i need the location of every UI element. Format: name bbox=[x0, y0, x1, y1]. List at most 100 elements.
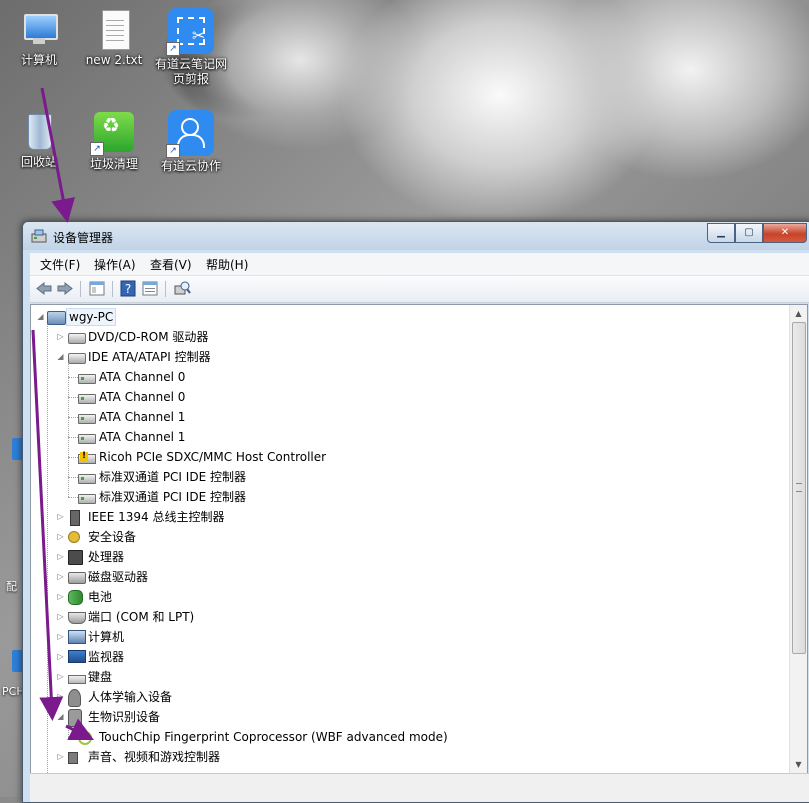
expand-arrow-icon[interactable]: ▷ bbox=[56, 667, 65, 687]
expand-arrow-icon[interactable]: ▷ bbox=[56, 747, 65, 767]
tree-node-label: IDE ATA/ATAPI 控制器 bbox=[88, 350, 211, 364]
ata-channel-icon bbox=[78, 474, 96, 484]
desktop-icon-label: 垃圾清理 bbox=[89, 157, 138, 171]
desktop-icon-label: new 2.txt bbox=[85, 53, 143, 67]
scroll-grip-icon bbox=[796, 483, 802, 492]
ata-channel-icon bbox=[78, 394, 96, 404]
tree-node-label: ATA Channel 0 bbox=[99, 370, 186, 384]
tree-node-label: 生物识别设备 bbox=[88, 710, 161, 724]
tree-connector bbox=[47, 317, 48, 773]
scroll-down-button[interactable]: ▼ bbox=[790, 756, 807, 773]
show-hide-tree-icon[interactable] bbox=[88, 280, 106, 297]
collapse-arrow-icon[interactable]: ◢ bbox=[36, 307, 45, 327]
window-title: 设备管理器 bbox=[53, 231, 114, 245]
tree-node-label: 计算机 bbox=[88, 630, 125, 644]
keyboard-icon bbox=[68, 675, 86, 684]
computer-icon bbox=[68, 630, 86, 644]
toolbar-separator bbox=[165, 281, 166, 297]
forward-icon[interactable] bbox=[56, 280, 74, 297]
vertical-scrollbar[interactable]: ▲ ▼ bbox=[789, 305, 807, 773]
shortcut-arrow-icon: ↗ bbox=[166, 42, 180, 56]
tree-node-label: wgy-PC bbox=[66, 308, 117, 326]
expand-arrow-icon[interactable]: ▷ bbox=[56, 587, 65, 607]
expand-arrow-icon[interactable]: ▷ bbox=[56, 527, 65, 547]
title-bar[interactable]: 设备管理器 ▁ ▢ ✕ bbox=[23, 222, 809, 250]
computer-icon bbox=[47, 311, 66, 325]
text-file-icon bbox=[94, 10, 134, 50]
expand-arrow-icon[interactable]: ▷ bbox=[56, 547, 65, 567]
close-button[interactable]: ✕ bbox=[763, 223, 807, 243]
expand-arrow-icon[interactable]: ▷ bbox=[56, 647, 65, 667]
menu-action[interactable]: 操作(A) bbox=[94, 256, 136, 273]
desktop-icon-cleanup[interactable]: ♻ ↗ 垃圾清理 bbox=[77, 110, 151, 172]
scan-hardware-icon[interactable] bbox=[173, 280, 191, 297]
tree-node-label: TouchChip Fingerprint Coprocessor (WBF a… bbox=[99, 730, 448, 744]
properties-icon[interactable] bbox=[141, 280, 159, 297]
ata-channel-icon bbox=[78, 414, 96, 424]
toolbar-separator bbox=[80, 281, 81, 297]
menu-file[interactable]: 文件(F) bbox=[40, 256, 80, 273]
scroll-up-button[interactable]: ▲ bbox=[790, 305, 807, 322]
youdao-collab-icon: ↗ bbox=[166, 110, 214, 158]
tree-node-label: ATA Channel 1 bbox=[99, 430, 186, 444]
svg-text:?: ? bbox=[125, 282, 131, 296]
tree-node-label: 人体学输入设备 bbox=[88, 690, 173, 704]
tree-node-label: IEEE 1394 总线主控制器 bbox=[88, 510, 225, 524]
desktop-icon-youdao-collab[interactable]: ↗ 有道云协作 bbox=[153, 110, 229, 174]
scroll-thumb[interactable] bbox=[792, 322, 806, 654]
desktop-icon-recycle-bin[interactable]: 回收站 bbox=[2, 112, 76, 170]
ata-channel-icon bbox=[78, 374, 96, 384]
youdao-clipper-icon: ✂ ↗ bbox=[166, 8, 214, 56]
expand-arrow-icon[interactable]: ▷ bbox=[56, 567, 65, 587]
device-tree-panel: ◢ wgy-PC ▷ DVD/CD-ROM 驱动器 ◢ IDE ATA/ATAPI 控制器… bbox=[30, 304, 808, 774]
tree-node-label: 键盘 bbox=[88, 670, 113, 684]
expand-arrow-icon[interactable]: ▷ bbox=[56, 327, 65, 347]
device-manager-window: 设备管理器 ▁ ▢ ✕ 文件(F) 操作(A) 查看(V) 帮助(H) ? ◢ w… bbox=[22, 221, 809, 803]
port-icon bbox=[68, 612, 86, 624]
back-icon[interactable] bbox=[35, 280, 53, 297]
desktop-icon-label: 有道云笔记网页剪报 bbox=[154, 57, 227, 86]
battery-icon bbox=[68, 590, 83, 605]
desktop-icon-label: 回收站 bbox=[20, 155, 57, 169]
tree-node-label: 监视器 bbox=[88, 650, 125, 664]
tree-node-label: Ricoh PCIe SDXC/MMC Host Controller bbox=[99, 450, 327, 464]
expand-arrow-icon[interactable]: ▷ bbox=[56, 607, 65, 627]
partial-desktop-label: 配 bbox=[6, 580, 17, 593]
toolbar-separator bbox=[112, 281, 113, 297]
tree-node-label: ATA Channel 1 bbox=[99, 410, 186, 424]
desktop-icon-new-txt[interactable]: new 2.txt bbox=[77, 10, 151, 68]
ieee1394-icon bbox=[70, 510, 80, 526]
minimize-button[interactable]: ▁ bbox=[707, 223, 735, 243]
tree-node-label: 标准双通道 PCI IDE 控制器 bbox=[99, 470, 246, 484]
fingerprint-icon bbox=[78, 731, 92, 745]
desktop-icon-youdao-clipper[interactable]: ✂ ↗ 有道云笔记网页剪报 bbox=[153, 8, 229, 87]
tree-node-label: 处理器 bbox=[88, 550, 125, 564]
desktop-icon-label: 计算机 bbox=[20, 53, 57, 67]
cleanup-icon: ♻ ↗ bbox=[90, 110, 136, 156]
tree-node-label: ATA Channel 0 bbox=[99, 390, 186, 404]
tree-node-label: DVD/CD-ROM 驱动器 bbox=[88, 330, 209, 344]
menu-help[interactable]: 帮助(H) bbox=[206, 256, 248, 273]
desktop-icon-computer[interactable]: 计算机 bbox=[2, 10, 76, 68]
tree-node-label: 标准双通道 PCI IDE 控制器 bbox=[99, 490, 246, 504]
tree-node-label: 电池 bbox=[88, 590, 113, 604]
collapse-arrow-icon[interactable]: ◢ bbox=[56, 707, 65, 727]
tree-node-label: 安全设备 bbox=[88, 530, 137, 544]
ata-channel-icon bbox=[78, 434, 96, 444]
help-icon[interactable]: ? bbox=[119, 280, 137, 297]
expand-arrow-icon[interactable]: ▷ bbox=[56, 627, 65, 647]
ide-controller-icon bbox=[68, 353, 86, 364]
device-manager-icon bbox=[31, 229, 47, 243]
maximize-button[interactable]: ▢ bbox=[735, 223, 763, 243]
tree-connector bbox=[68, 357, 69, 497]
menu-view[interactable]: 查看(V) bbox=[150, 256, 192, 273]
biometric-icon bbox=[68, 709, 82, 727]
expand-arrow-icon[interactable]: ▷ bbox=[56, 687, 65, 707]
window-controls: ▁ ▢ ✕ bbox=[707, 223, 807, 243]
collapse-arrow-icon[interactable]: ◢ bbox=[56, 347, 65, 367]
warning-device-icon bbox=[78, 452, 96, 464]
hid-icon bbox=[68, 689, 81, 707]
menu-bar: 文件(F) 操作(A) 查看(V) 帮助(H) bbox=[30, 253, 809, 276]
status-bar bbox=[30, 773, 809, 802]
expand-arrow-icon[interactable]: ▷ bbox=[56, 507, 65, 527]
